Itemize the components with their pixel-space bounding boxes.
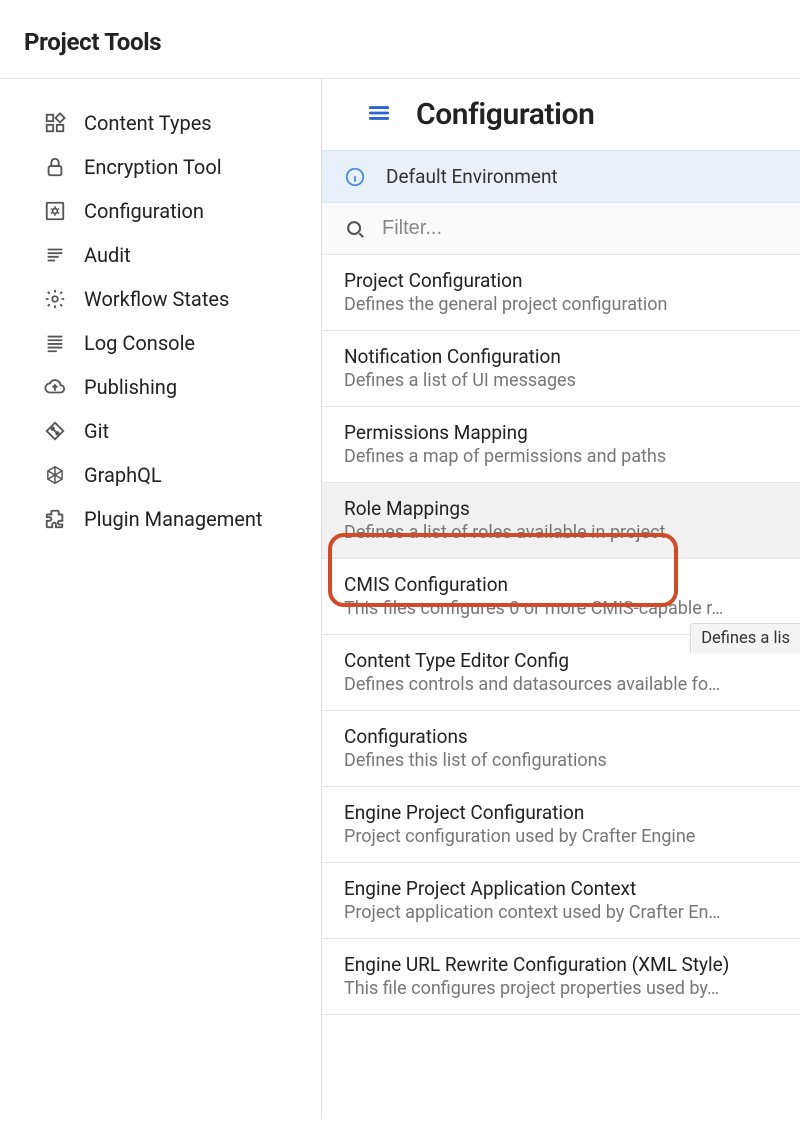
environment-label: Default Environment bbox=[386, 165, 558, 188]
hamburger-menu-button[interactable] bbox=[366, 100, 392, 130]
sidebar-item-publishing[interactable]: Publishing bbox=[44, 365, 321, 409]
main-title: Configuration bbox=[416, 97, 594, 132]
lock-icon bbox=[44, 156, 66, 178]
config-item-title: Configurations bbox=[344, 725, 778, 748]
config-item-permissions-mapping[interactable]: Permissions Mapping Defines a map of per… bbox=[322, 407, 800, 483]
config-item-desc: Defines controls and datasources availab… bbox=[344, 674, 739, 695]
config-item-desc: This files configures 0 or more CMIS-cap… bbox=[344, 598, 739, 619]
sidebar-item-content-types[interactable]: Content Types bbox=[44, 101, 321, 145]
sidebar-item-encryption-tool[interactable]: Encryption Tool bbox=[44, 145, 321, 189]
graphql-icon bbox=[44, 464, 66, 486]
config-item-desc: Defines this list of configurations bbox=[344, 750, 739, 771]
page-title: Project Tools bbox=[0, 0, 800, 78]
sidebar-item-label: Configuration bbox=[84, 199, 204, 223]
config-item-role-mappings[interactable]: Role Mappings Defines a list of roles av… bbox=[322, 483, 800, 559]
sidebar-item-label: Log Console bbox=[84, 331, 195, 355]
sidebar-item-git[interactable]: Git bbox=[44, 409, 321, 453]
info-icon bbox=[344, 166, 366, 188]
sidebar-item-label: GraphQL bbox=[84, 463, 162, 487]
sidebar-item-label: Content Types bbox=[84, 111, 212, 135]
config-item-title: CMIS Configuration bbox=[344, 573, 778, 596]
config-item-title: Engine URL Rewrite Configuration (XML St… bbox=[344, 953, 778, 976]
gear-icon bbox=[44, 288, 66, 310]
config-item-title: Notification Configuration bbox=[344, 345, 778, 368]
sidebar-item-label: Git bbox=[84, 419, 109, 443]
sidebar-item-label: Audit bbox=[84, 243, 131, 267]
sidebar-item-configuration[interactable]: Configuration bbox=[44, 189, 321, 233]
config-item-title: Permissions Mapping bbox=[344, 421, 778, 444]
sidebar-item-label: Plugin Management bbox=[84, 507, 262, 531]
config-item-desc: Defines a list of roles available in pro… bbox=[344, 522, 739, 543]
sidebar-item-log-console[interactable]: Log Console bbox=[44, 321, 321, 365]
lines-icon bbox=[44, 244, 66, 266]
sidebar-item-label: Publishing bbox=[84, 375, 177, 399]
config-item-desc: Project application context used by Craf… bbox=[344, 902, 739, 923]
config-item-project-configuration[interactable]: Project Configuration Defines the genera… bbox=[322, 255, 800, 331]
config-item-title: Project Configuration bbox=[344, 269, 778, 292]
git-icon bbox=[44, 420, 66, 442]
sidebar-item-audit[interactable]: Audit bbox=[44, 233, 321, 277]
config-item-desc: Defines a map of permissions and paths bbox=[344, 446, 739, 467]
widgets-icon bbox=[44, 112, 66, 134]
config-item-engine-project-application-context[interactable]: Engine Project Application Context Proje… bbox=[322, 863, 800, 939]
sidebar: Content Types Encryption Tool Configurat… bbox=[0, 79, 322, 1119]
main-panel: Configuration Default Environment Projec… bbox=[322, 79, 800, 1119]
config-item-desc: Defines the general project configuratio… bbox=[344, 294, 739, 315]
sidebar-item-graphql[interactable]: GraphQL bbox=[44, 453, 321, 497]
sidebar-item-label: Workflow States bbox=[84, 287, 229, 311]
filter-input[interactable] bbox=[382, 217, 800, 240]
sidebar-item-workflow-states[interactable]: Workflow States bbox=[44, 277, 321, 321]
filter-row bbox=[322, 203, 800, 255]
sidebar-item-plugin-management[interactable]: Plugin Management bbox=[44, 497, 321, 541]
search-icon bbox=[344, 218, 366, 240]
sidebar-item-label: Encryption Tool bbox=[84, 155, 222, 179]
environment-banner: Default Environment bbox=[322, 150, 800, 203]
config-item-desc: This file configures project properties … bbox=[344, 978, 739, 999]
cloud-upload-icon bbox=[44, 376, 66, 398]
config-item-title: Engine Project Configuration bbox=[344, 801, 778, 824]
log-icon bbox=[44, 332, 66, 354]
config-item-title: Engine Project Application Context bbox=[344, 877, 778, 900]
config-item-desc: Project configuration used by Crafter En… bbox=[344, 826, 739, 847]
config-item-configurations[interactable]: Configurations Defines this list of conf… bbox=[322, 711, 800, 787]
config-item-engine-project-configuration[interactable]: Engine Project Configuration Project con… bbox=[322, 787, 800, 863]
tooltip: Defines a lis bbox=[690, 623, 800, 653]
config-item-engine-url-rewrite-configuration[interactable]: Engine URL Rewrite Configuration (XML St… bbox=[322, 939, 800, 1015]
config-item-desc: Defines a list of UI messages bbox=[344, 370, 739, 391]
settings-box-icon bbox=[44, 200, 66, 222]
extension-icon bbox=[44, 508, 66, 530]
config-item-title: Role Mappings bbox=[344, 497, 778, 520]
config-item-notification-configuration[interactable]: Notification Configuration Defines a lis… bbox=[322, 331, 800, 407]
